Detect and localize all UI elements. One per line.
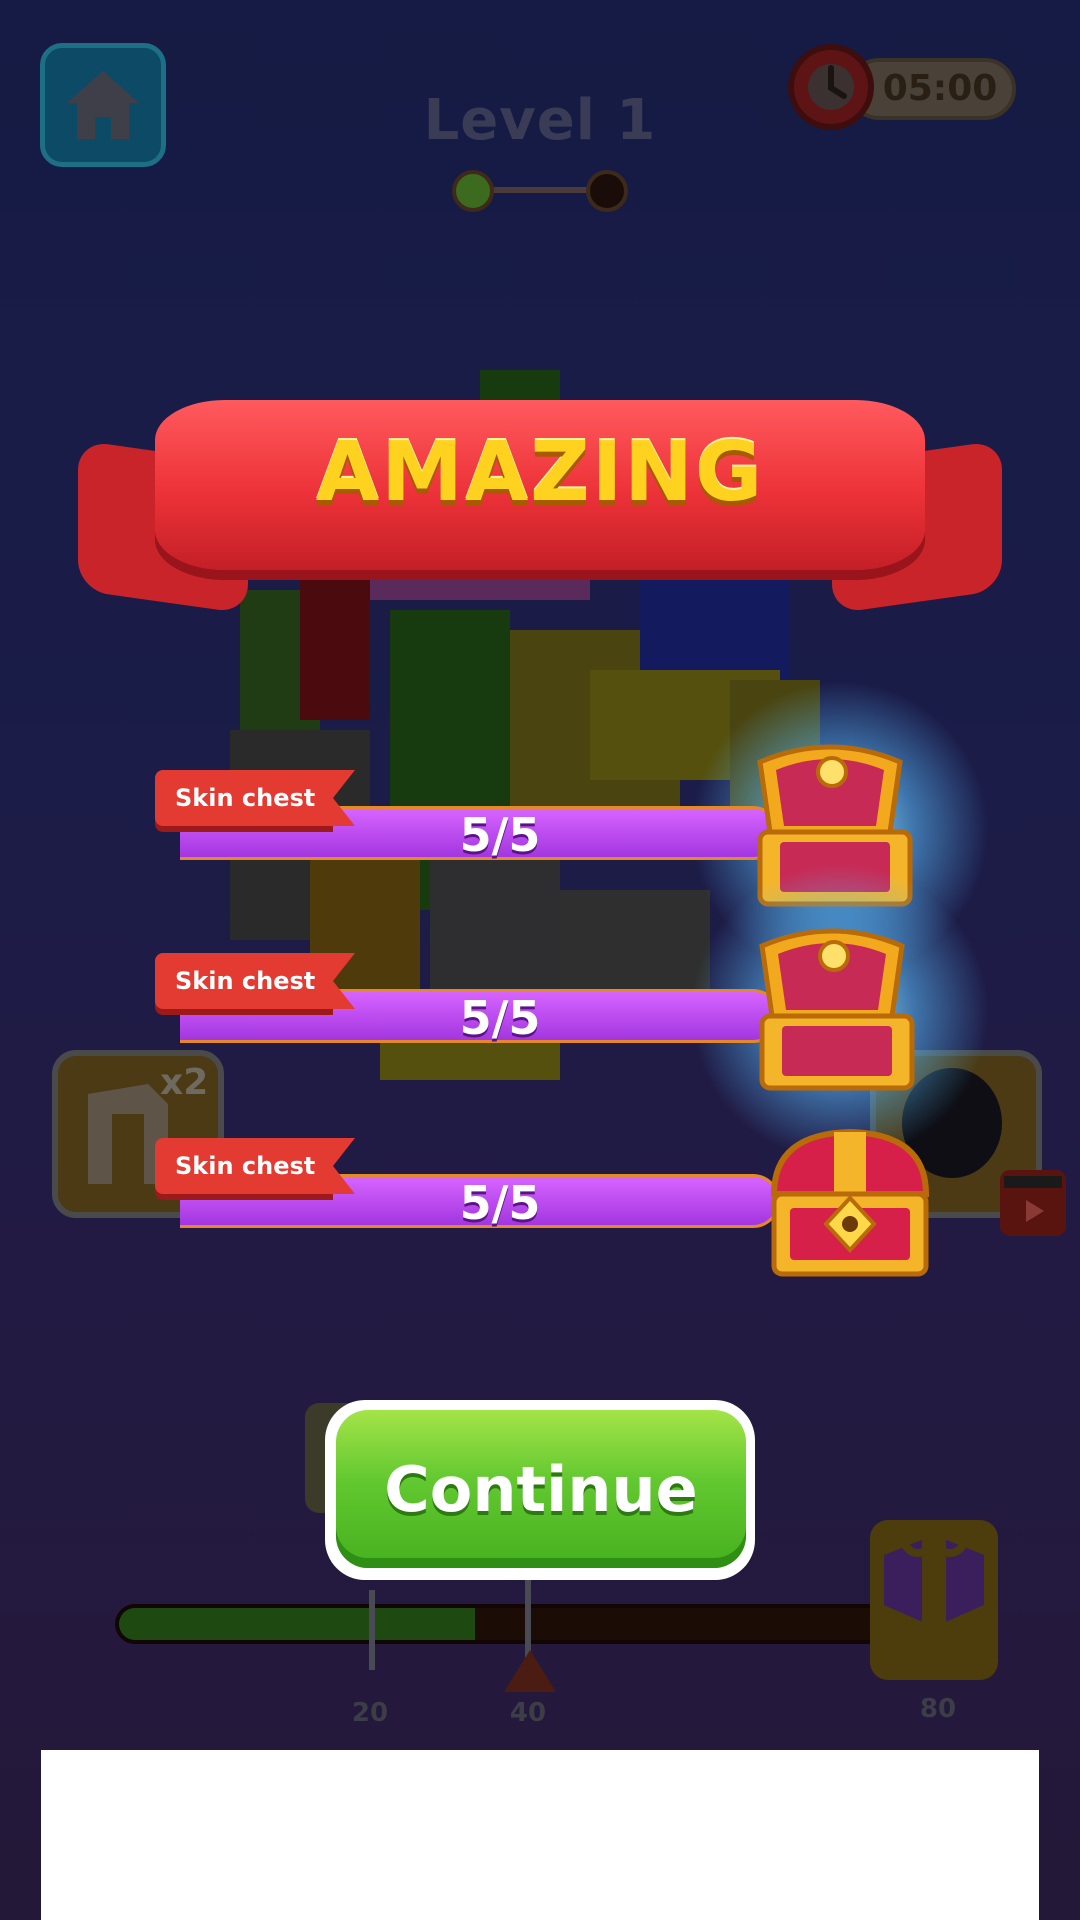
milestone-label-20: 20 <box>351 1698 389 1728</box>
booster-count: x2 <box>160 1062 209 1103</box>
home-button[interactable] <box>40 43 166 167</box>
home-icon <box>67 71 139 139</box>
timer-text: 05:00 <box>882 68 998 109</box>
reward-tag-3: Skin chest <box>155 1138 355 1194</box>
clock-icon <box>788 44 874 130</box>
reward-progress-text-2: 5/5 <box>459 991 541 1045</box>
stage-dot-1 <box>452 170 494 212</box>
ad-banner-area <box>41 1750 1039 1920</box>
progress-marker-icon <box>504 1650 556 1692</box>
gift-icon <box>884 1521 984 1627</box>
reward-progress-text-3: 5/5 <box>459 1176 541 1230</box>
level-progress-fill <box>119 1608 475 1640</box>
stage-dot-2 <box>586 170 628 212</box>
milestone-tick-20 <box>369 1590 375 1670</box>
closed-chest-icon <box>770 1128 930 1277</box>
reward-progress-text-1: 5/5 <box>459 808 541 862</box>
reward-tag-2: Skin chest <box>155 953 355 1009</box>
continue-button[interactable]: Continue <box>336 1410 746 1568</box>
open-chest-icon <box>759 928 915 1091</box>
reward-tag-1: Skin chest <box>155 770 355 826</box>
level-title: Level 1 <box>423 88 657 153</box>
milestone-label-80: 80 <box>919 1694 957 1724</box>
banner-title: AMAZING <box>315 425 765 520</box>
video-ad-icon[interactable] <box>1000 1170 1066 1236</box>
milestone-label-40: 40 <box>509 1698 547 1728</box>
